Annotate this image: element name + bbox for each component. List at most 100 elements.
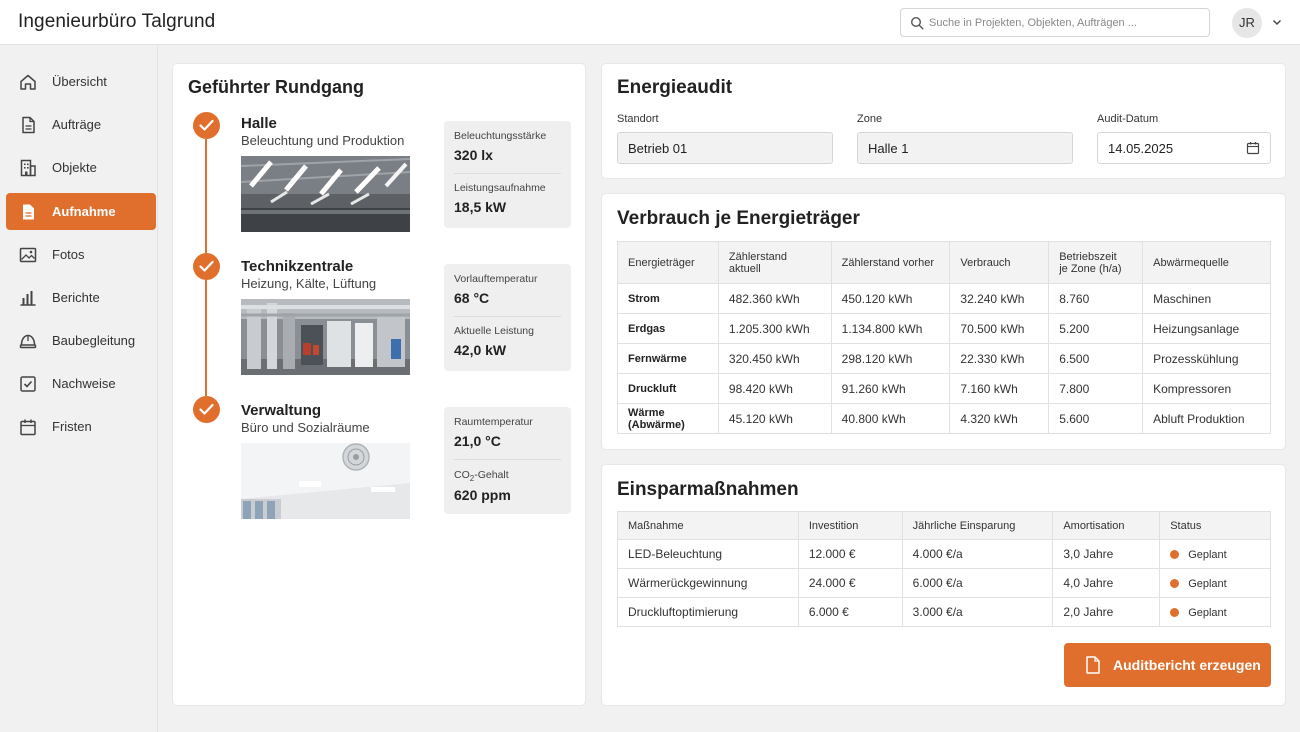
audit-title: Energieaudit [617,77,733,98]
bar-chart-icon [20,291,36,306]
sidebar-item-objekte[interactable]: Objekte [6,149,156,186]
table-cell: Prozesskühlung [1142,343,1271,374]
tour-connector [205,280,207,396]
column-header: Zählerstand aktuell [717,241,832,284]
status-badge: Geplant [1188,549,1227,561]
sidebar-item-aufnahme[interactable]: Aufnahme [6,193,156,230]
top-bar: Ingenieurbüro Talgrund JR [0,0,1300,45]
photo-technical-room[interactable] [241,299,410,375]
metric-value: 21,0 °C [454,433,501,449]
column-header: Status [1159,511,1271,540]
sidebar-item-fotos[interactable]: Fotos [6,236,156,273]
sidebar-item-label: Aufträge [52,117,102,132]
table-row: Strom 482.360 kWh 450.120 kWh 32.240 kWh… [617,283,1271,314]
metric-divider [454,316,561,317]
table-cell: Heizungsanlage [1142,313,1271,344]
document-filled-icon [23,204,34,220]
standort-field[interactable]: Betrieb 01 [617,132,833,164]
helmet-icon [19,334,37,349]
column-header: Energieträger [617,241,719,284]
sidebar-item-nachweise[interactable]: Nachweise [6,365,156,402]
column-header: Betriebszeit je Zone (h/a) [1048,241,1144,284]
search-input[interactable] [929,13,1199,33]
status-dot-icon [1170,608,1180,617]
photo-hall[interactable] [241,156,410,232]
column-header: Amortisation [1052,511,1161,540]
table-cell: 4.000 €/a [901,539,1054,569]
table-cell: Strom [617,283,719,314]
status-cell: Geplant [1159,539,1271,569]
table-cell: Druckluftoptimierung [617,597,799,627]
home-icon [20,74,36,90]
table-header-row: Energieträger Zählerstand aktuell Zähler… [617,241,1271,284]
table-cell: 6.000 € [797,597,903,627]
sidebar-item-label: Nachweise [52,376,116,391]
status-cell: Geplant [1159,568,1271,598]
metric-label: Beleuchtungsstärke [454,130,547,142]
sidebar-item-auftraege[interactable]: Aufträge [6,106,156,143]
sidebar-item-berichte[interactable]: Berichte [6,279,156,316]
table-cell: 3,0 Jahre [1052,539,1161,569]
table-row[interactable]: LED-Beleuchtung 12.000 € 4.000 €/a 3,0 J… [617,539,1271,569]
table-cell: Druckluft [617,373,719,404]
sidebar: Übersicht Aufträge Objekte Aufnahme Foto… [0,46,158,732]
sidebar-item-uebersicht[interactable]: Übersicht [6,63,156,100]
sidebar-item-fristen[interactable]: Fristen [6,408,156,445]
table-cell: Wärme (Abwärme) [617,403,719,434]
table-cell: 4,0 Jahre [1052,568,1161,598]
metric-box-technical-room: Vorlauftemperatur 68 °C Aktuelle Leistun… [444,264,571,371]
table-cell: Erdgas [617,313,719,344]
metric-label: Aktuelle Leistung [454,325,534,337]
table-row: Druckluft 98.420 kWh 91.260 kWh 7.160 kW… [617,373,1271,404]
chevron-down-icon[interactable] [1271,16,1283,28]
status-cell: Geplant [1159,597,1271,627]
sidebar-item-baubegleitung[interactable]: Baubegleitung [6,322,156,359]
column-header: Investition [797,511,903,540]
table-cell: 8.760 [1048,283,1144,314]
column-header: Abwärmequelle [1142,241,1271,284]
check-icon [193,112,220,139]
calendar-icon [20,419,36,436]
photo-office[interactable] [241,443,410,519]
table-row: Wärme (Abwärme) 45.120 kWh 40.800 kWh 4.… [617,403,1271,434]
table-cell: 70.500 kWh [949,313,1050,344]
search-icon [910,16,924,30]
table-row[interactable]: Druckluftoptimierung 6.000 € 3.000 €/a 2… [617,597,1271,627]
check-icon [193,396,220,423]
audit-date-field[interactable]: 14.05.2025 [1097,132,1271,164]
status-dot-icon [1170,550,1180,559]
metric-box-office: Raumtemperatur 21,0 °C CO2-Gehalt 620 pp… [444,407,571,514]
sidebar-item-label: Übersicht [52,74,107,89]
status-dot-icon [1170,579,1180,588]
table-cell: 1.205.300 kWh [717,313,832,344]
table-row[interactable]: Wärmerückgewinnung 24.000 € 6.000 €/a 4,… [617,568,1271,598]
document-icon [1086,656,1100,674]
table-cell: 298.120 kWh [830,343,951,374]
table-cell: 2,0 Jahre [1052,597,1161,627]
checkbox-icon [20,376,36,392]
search-box[interactable] [900,8,1210,37]
generate-report-button[interactable]: Auditbericht erzeugen [1064,643,1271,687]
metric-value: 68 °C [454,290,490,306]
sidebar-item-label: Baubegleitung [52,333,136,348]
avatar[interactable]: JR [1232,8,1262,38]
table-cell: 7.160 kWh [949,373,1050,404]
table-row: Erdgas 1.205.300 kWh 1.134.800 kWh 70.50… [617,313,1271,344]
document-icon [22,116,35,134]
table-cell: 45.120 kWh [717,403,832,434]
tour-title: Geführter Rundgang [188,77,364,97]
zone-field[interactable]: Halle 1 [857,132,1073,164]
table-cell: Abluft Produktion [1142,403,1271,434]
table-cell: 5.600 [1048,403,1144,434]
table-cell: 22.330 kWh [949,343,1050,374]
table-cell: 6.500 [1048,343,1144,374]
app-title: Ingenieurbüro Talgrund [18,11,216,32]
table-cell: 6.000 €/a [901,568,1054,598]
tour-connector [205,139,207,253]
sidebar-item-label: Fristen [52,419,92,434]
status-badge: Geplant [1188,607,1227,619]
consumption-title: Verbrauch je Energieträger [617,208,860,229]
calendar-icon[interactable] [1246,141,1260,155]
table-cell: LED-Beleuchtung [617,539,799,569]
sidebar-item-label: Aufnahme [52,204,116,219]
